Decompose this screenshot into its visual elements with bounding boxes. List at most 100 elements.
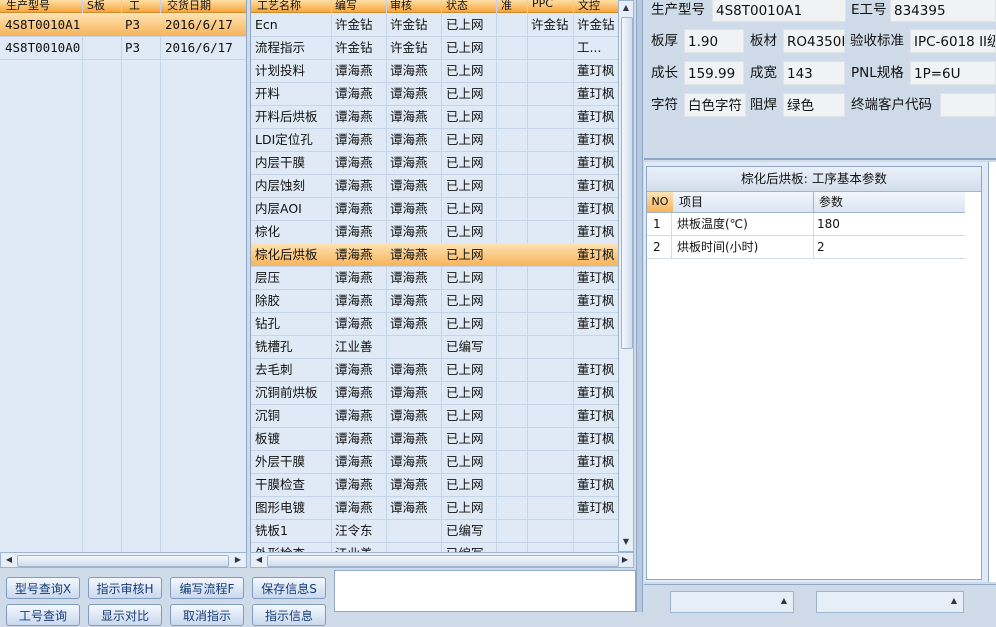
write-flow-button[interactable]: 编写流程F: [170, 577, 244, 599]
material-field[interactable]: RO4350B: [783, 29, 845, 53]
table-row[interactable]: 棕化后烘板 谭海燕 谭海燕 已上网 董玎枫: [251, 243, 619, 267]
table-row[interactable]: 内层干膜 谭海燕 谭海燕 已上网 董玎枫: [251, 151, 619, 175]
cell-reviewer: 谭海燕: [390, 109, 428, 124]
info-panel: 生产型号 4S8T0010A1 E工号 834395 板厚 1.90 板材 RO…: [644, 0, 996, 158]
mask-field[interactable]: 绿色: [783, 93, 845, 117]
compare-button[interactable]: 显示对比: [88, 604, 162, 626]
save-info-button[interactable]: 保存信息S: [252, 577, 326, 599]
table-row[interactable]: 棕化 谭海燕 谭海燕 已上网 董玎枫: [251, 220, 619, 244]
table-row[interactable]: 内层蚀刻 谭海燕 谭海燕 已上网 董玎枫: [251, 174, 619, 198]
scroll-thumb[interactable]: [621, 17, 633, 349]
length-field[interactable]: 159.99: [684, 61, 744, 85]
col-header-name[interactable]: 工艺名称: [257, 0, 301, 12]
param-item: 烘板时间(小时): [677, 240, 759, 254]
cell-reviewer: 谭海燕: [390, 362, 428, 377]
table-row[interactable]: 铣板1 汪令东 已编写: [251, 519, 619, 543]
table-row[interactable]: 外层干膜 谭海燕 谭海燕 已上网 董玎枫: [251, 450, 619, 474]
splitter[interactable]: [636, 0, 643, 612]
mini-field-2[interactable]: ▲: [816, 591, 964, 613]
width-field[interactable]: 143: [783, 61, 845, 85]
thickness-field[interactable]: 1.90: [684, 29, 744, 53]
col-header-date[interactable]: 交货日期: [167, 0, 211, 12]
cell-name: 干膜检查: [255, 477, 306, 492]
instruction-info-button[interactable]: 指示信息: [252, 604, 326, 626]
mini-field-1[interactable]: ▲: [670, 591, 794, 613]
param-row[interactable]: 1 烘板温度(℃) 180: [647, 213, 965, 236]
param-col-item[interactable]: 项目: [679, 192, 703, 212]
table-row[interactable]: 沉铜前烘板 谭海燕 谭海燕 已上网 董玎枫: [251, 381, 619, 405]
process-grid[interactable]: 工艺名称 编写 审核 状态 准 PPC 文控 Ecn 许金钻 许金钻 已上网 许金钻 许金…: [250, 0, 619, 552]
standard-field[interactable]: IPC-6018 II级: [910, 29, 996, 53]
cell-reviewer: 谭海燕: [390, 454, 428, 469]
model-grid-hscroll[interactable]: ◀ ▶: [0, 552, 247, 568]
scroll-right-icon[interactable]: ▶: [231, 553, 245, 567]
table-row[interactable]: 开料后烘板 谭海燕 谭海燕 已上网 董玎枫: [251, 105, 619, 129]
cell-wenkong: 董玎枫: [577, 362, 615, 377]
table-row[interactable]: 内层AOI 谭海燕 谭海燕 已上网 董玎枫: [251, 197, 619, 221]
pnl-label: PNL规格: [851, 65, 904, 81]
eno-label: E工号: [851, 2, 887, 18]
model-field[interactable]: 4S8T0010A1: [712, 0, 846, 22]
scroll-thumb[interactable]: [17, 555, 229, 567]
spin-up-icon[interactable]: ▲: [947, 594, 961, 608]
col-header-s[interactable]: S板: [87, 0, 105, 12]
col-header-writer[interactable]: 编写: [335, 0, 357, 12]
col-header-reviewer[interactable]: 审核: [390, 0, 412, 12]
employee-query-button[interactable]: 工号查询: [6, 604, 80, 626]
col-header-status[interactable]: 状态: [446, 0, 468, 12]
table-row[interactable]: LDI定位孔 谭海燕 谭海燕 已上网 董玎枫: [251, 128, 619, 152]
scroll-up-icon[interactable]: ▲: [619, 1, 633, 15]
table-row[interactable]: 开料 谭海燕 谭海燕 已上网 董玎枫: [251, 82, 619, 106]
table-row[interactable]: 干膜检查 谭海燕 谭海燕 已上网 董玎枫: [251, 473, 619, 497]
cell-wenkong: 工...: [577, 40, 602, 55]
table-row[interactable]: 钻孔 谭海燕 谭海燕 已上网 董玎枫: [251, 312, 619, 336]
cell-name: 板镀: [255, 431, 281, 446]
scroll-down-icon[interactable]: ▼: [619, 535, 633, 549]
spin-up-icon[interactable]: ▲: [777, 594, 791, 608]
table-row[interactable]: 流程指示 许金钻 许金钻 已上网 工...: [251, 36, 619, 60]
table-row[interactable]: 铣槽孔 江业善 已编写: [251, 335, 619, 359]
cell-writer: 谭海燕: [335, 293, 373, 308]
col-header-model[interactable]: 生产型号: [6, 0, 50, 12]
cell-name: 外层干膜: [255, 454, 306, 469]
scroll-left-icon[interactable]: ◀: [252, 553, 266, 567]
scroll-left-icon[interactable]: ◀: [2, 553, 16, 567]
table-row[interactable]: 沉铜 谭海燕 谭海燕 已上网 董玎枫: [251, 404, 619, 428]
param-col-no[interactable]: NO: [647, 192, 673, 212]
col-header-zhun[interactable]: 准: [501, 0, 512, 12]
table-row[interactable]: 去毛刺 谭海燕 谭海燕 已上网 董玎枫: [251, 358, 619, 382]
customer-field[interactable]: [940, 93, 996, 117]
param-col-value[interactable]: 参数: [819, 192, 843, 212]
cell-wenkong: 董玎枫: [577, 178, 615, 193]
col-header-wenkong[interactable]: 文控: [578, 0, 600, 12]
char-field[interactable]: 白色字符: [684, 93, 746, 117]
eno-field[interactable]: 834395: [890, 0, 996, 22]
table-row[interactable]: 板镀 谭海燕 谭海燕 已上网 董玎枫: [251, 427, 619, 451]
table-row[interactable]: 图形电镀 谭海燕 谭海燕 已上网 董玎枫: [251, 496, 619, 520]
cancel-instruction-button[interactable]: 取消指示: [170, 604, 244, 626]
model-query-button[interactable]: 型号查询X: [6, 577, 80, 599]
table-row[interactable]: 除胶 谭海燕 谭海燕 已上网 董玎枫: [251, 289, 619, 313]
table-row[interactable]: 4S8T0010A1 P3 2016/6/17: [0, 13, 246, 37]
cell-writer: 谭海燕: [335, 247, 373, 262]
model-grid[interactable]: 生产型号 S板 工 交货日期 4S8T0010A1 P3 2016/6/17 4…: [0, 0, 247, 552]
cell-status: 已上网: [446, 40, 484, 55]
table-row[interactable]: 4S8T0010A0 P3 2016/6/17: [0, 36, 246, 60]
cell-wenkong: 董玎枫: [577, 431, 615, 446]
table-row[interactable]: 计划投料 谭海燕 谭海燕 已上网 董玎枫: [251, 59, 619, 83]
cell-wenkong: 董玎枫: [577, 155, 615, 170]
scroll-right-icon[interactable]: ▶: [618, 553, 632, 567]
table-row[interactable]: Ecn 许金钻 许金钻 已上网 许金钻 许金钻: [251, 13, 619, 37]
param-row[interactable]: 2 烘板时间(小时) 2: [647, 236, 965, 259]
process-grid-vscroll[interactable]: ▲ ▼: [618, 0, 634, 552]
pnl-field[interactable]: 1P=6U: [910, 61, 996, 85]
param-panel: 棕化后烘板: 工序基本参数 NO 项目 参数 1 烘板温度(℃) 180 2 烘…: [644, 162, 988, 582]
table-row[interactable]: 层压 谭海燕 谭海燕 已上网 董玎枫: [251, 266, 619, 290]
scroll-thumb[interactable]: [267, 555, 619, 567]
instruction-review-button[interactable]: 指示审核H: [88, 577, 162, 599]
cell-writer: 谭海燕: [335, 178, 373, 193]
col-header-g[interactable]: 工: [129, 0, 140, 12]
process-grid-hscroll[interactable]: ◀ ▶: [250, 552, 634, 568]
table-row[interactable]: 外形检查 江业善 已编写: [251, 542, 619, 552]
col-header-ppc[interactable]: PPC: [532, 0, 553, 10]
